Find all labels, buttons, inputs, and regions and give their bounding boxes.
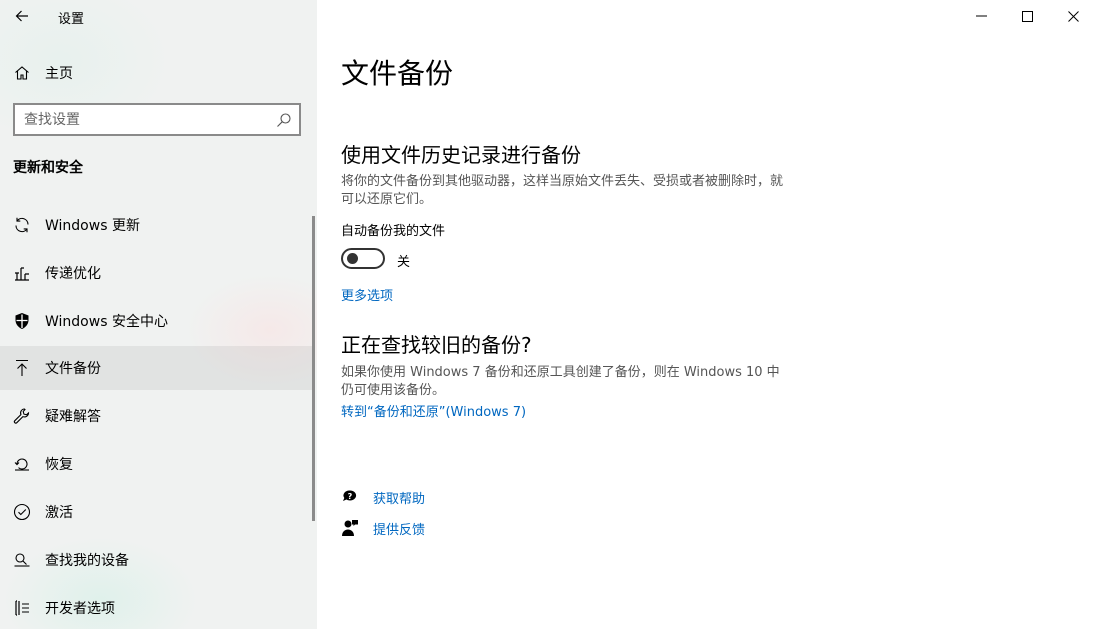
sidebar-item-label: 传递优化 — [45, 266, 101, 282]
file-history-description: 将你的文件备份到其他驱动器，这样当原始文件丢失、受损或者被删除时，就可以还原它们… — [341, 174, 784, 207]
backup-arrow-icon — [12, 358, 32, 378]
sidebar-item-label: 恢复 — [45, 457, 73, 473]
more-options-link[interactable]: 更多选项 — [341, 285, 393, 304]
search-icon[interactable] — [276, 112, 292, 128]
minimize-icon — [975, 15, 987, 17]
refresh-icon — [12, 215, 32, 235]
sidebar-item-label: Windows 安全中心 — [45, 314, 168, 330]
home-icon — [12, 63, 32, 83]
developer-icon — [12, 598, 32, 618]
sidebar-item-label: 查找我的设备 — [45, 553, 129, 569]
sidebar-item-developer-options[interactable]: 开发者选项 — [0, 586, 315, 629]
close-button[interactable] — [1050, 0, 1095, 32]
feedback-link[interactable]: 提供反馈 — [373, 519, 425, 538]
feedback-row[interactable]: 提供反馈 — [341, 517, 425, 539]
find-device-icon — [12, 550, 32, 570]
checkmark-circle-icon — [12, 502, 32, 522]
sidebar-item-label: 文件备份 — [45, 361, 101, 377]
sidebar-item-recovery[interactable]: 恢复 — [0, 442, 315, 486]
section-heading: 更新和安全 — [13, 160, 83, 176]
sidebar-item-label: 疑难解答 — [45, 409, 101, 425]
sidebar-item-security-center[interactable]: Windows 安全中心 — [0, 299, 315, 343]
wrench-icon — [12, 406, 32, 426]
sidebar-item-find-my-device[interactable]: 查找我的设备 — [0, 538, 315, 582]
auto-backup-label: 自动备份我的文件 — [341, 224, 446, 239]
sidebar-item-label: 主页 — [45, 66, 73, 82]
back-arrow-icon — [15, 10, 28, 22]
help-chat-icon: ? — [341, 488, 359, 506]
sidebar-item-label: 激活 — [45, 505, 73, 521]
older-backup-description: 如果你使用 Windows 7 备份和还原工具创建了备份，则在 Windows … — [341, 365, 780, 398]
sidebar-item-home[interactable]: 主页 — [0, 51, 315, 95]
svg-text:?: ? — [348, 492, 353, 501]
toggle-state-label: 关 — [397, 255, 411, 270]
file-history-heading: 使用文件历史记录进行备份 — [341, 143, 581, 167]
sidebar-item-delivery-optimization[interactable]: 传递优化 — [0, 251, 315, 295]
search-input[interactable] — [24, 111, 269, 129]
sidebar-item-label: Windows 更新 — [45, 218, 140, 234]
get-help-row[interactable]: ? 获取帮助 — [341, 486, 425, 508]
sidebar-item-file-backup[interactable]: 文件备份 — [0, 346, 315, 390]
backup-restore-win7-link[interactable]: 转到“备份和还原”(Windows 7) — [341, 401, 526, 420]
sidebar: 设置 主页 更新和安全 Windows 更新 — [0, 0, 317, 629]
sidebar-scrollbar[interactable] — [312, 216, 315, 521]
search-box[interactable] — [13, 103, 301, 136]
maximize-icon — [1021, 10, 1033, 22]
shield-icon — [12, 311, 32, 331]
close-icon — [1067, 10, 1079, 22]
sidebar-item-windows-update[interactable]: Windows 更新 — [0, 203, 315, 247]
feedback-person-icon — [341, 519, 359, 537]
sidebar-item-activation[interactable]: 激活 — [0, 490, 315, 534]
back-button[interactable] — [8, 4, 36, 28]
get-help-link[interactable]: 获取帮助 — [373, 488, 425, 507]
title-bar: 设置 — [0, 0, 317, 32]
page-title: 文件备份 — [341, 57, 454, 90]
minimize-button[interactable] — [958, 0, 1004, 32]
sidebar-item-label: 开发者选项 — [45, 601, 115, 617]
app-title: 设置 — [58, 12, 85, 27]
maximize-button[interactable] — [1004, 0, 1050, 32]
delivery-optimization-icon — [12, 263, 32, 283]
auto-backup-toggle[interactable] — [341, 248, 385, 269]
recovery-icon — [12, 454, 32, 474]
older-backup-heading: 正在查找较旧的备份? — [341, 333, 532, 357]
toggle-knob — [347, 253, 358, 264]
sidebar-item-troubleshoot[interactable]: 疑难解答 — [0, 394, 315, 438]
